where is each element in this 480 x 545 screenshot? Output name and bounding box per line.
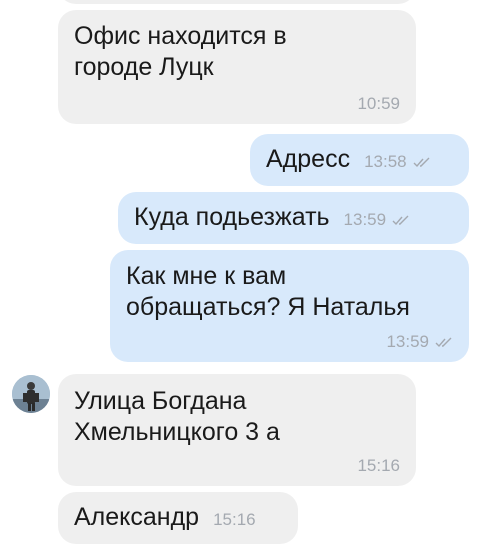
message-meta: 13:58 [364,147,431,172]
outgoing-message-bubble[interactable]: Адресс 13:58 [250,134,469,186]
message-meta: 13:59 [344,205,411,230]
time-label: 13:59 [386,332,429,351]
chat-thread: Офис находится в городе Луцк 10:59 Адрес… [0,0,480,545]
time-label: 13:58 [364,152,407,171]
double-check-icon [435,337,452,348]
message-text: Как мне к вам обращаться? Я Наталья [126,262,410,321]
message-row: Куда подьезжать 13:59 [134,202,453,233]
incoming-message-bubble[interactable]: Александр 15:16 [58,492,298,544]
message-row: Александр 15:16 [74,502,282,533]
incoming-message-bubble[interactable]: Улица Богдана Хмельницкого 3 а 15:16 [58,374,416,486]
message-time: 10:59 [357,94,400,114]
message-time: 15:16 [213,505,256,530]
message-row: Адресс 13:58 [266,144,453,175]
message-text: Адресс [266,145,351,173]
time-label: 10:59 [357,94,400,113]
time-label: 13:59 [343,210,387,229]
message-text: Куда подьезжать [134,203,330,231]
avatar-photo [12,375,50,413]
double-check-icon [413,157,430,168]
double-check-icon [392,215,409,226]
message-text: Улица Богдана Хмельницкого 3 а [74,387,280,446]
message-meta: 13:59 [386,332,453,352]
incoming-message-bubble[interactable]: Офис находится в городе Луцк 10:59 [58,10,416,124]
message-text: Александр [74,503,200,531]
message-time: 15:16 [357,456,400,476]
message-text: Офис находится в городе Луцк [74,22,287,81]
outgoing-message-bubble[interactable]: Куда подьезжать 13:59 [118,192,469,244]
cut-off-message-bubble [58,0,416,4]
time-label: 15:16 [213,510,256,529]
time-label: 15:16 [357,456,400,475]
outgoing-message-bubble[interactable]: Как мне к вам обращаться? Я Наталья 13:5… [110,250,469,362]
contact-avatar[interactable] [12,375,50,413]
